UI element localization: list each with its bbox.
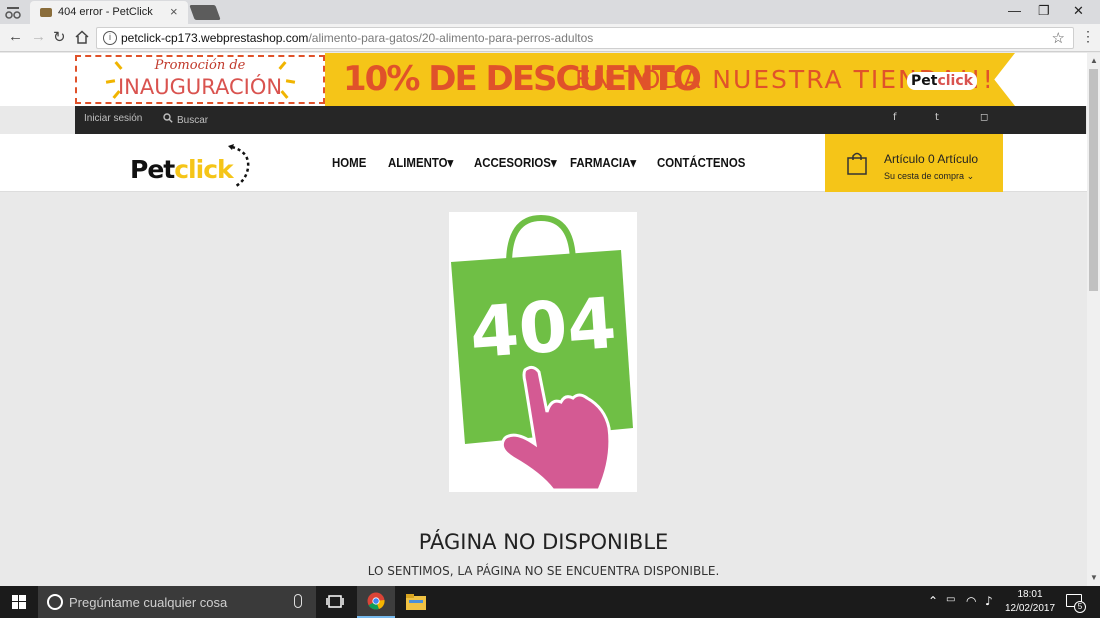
cortana-icon — [47, 594, 63, 610]
menu-farmacia[interactable]: FARMACIA▾ — [570, 155, 636, 171]
page-viewport: Promoción de INAUGURACIÓN 10% DE DESCUEN… — [0, 53, 1087, 586]
scroll-down-icon[interactable]: ▼ — [1090, 573, 1098, 582]
close-tab-icon[interactable]: × — [170, 4, 178, 19]
restore-icon[interactable]: ❐ — [1038, 3, 1050, 19]
home-icon[interactable] — [75, 30, 89, 44]
clock-date: 12/02/2017 — [1004, 603, 1056, 614]
chevron-down-icon: ⌄ — [966, 171, 975, 181]
clock-time: 18:01 — [1017, 589, 1043, 600]
error-404-image: 404 — [449, 212, 637, 492]
promo-left-line2: INAUGURACIÓN — [117, 75, 283, 99]
promo-discount: 10% DE DESCUENTO EN TODA NUESTRA TIENDA!… — [325, 53, 1015, 106]
cortana-placeholder: Pregúntame cualquier cosa — [69, 595, 228, 610]
volume-icon[interactable]: ♪ — [985, 594, 993, 608]
cart-button[interactable]: Artículo 0 Artículo Su cesta de compra ⌄ — [825, 134, 1003, 192]
menu-contactenos[interactable]: CONTÁCTENOS — [657, 155, 745, 170]
power-icon[interactable]: ▭ — [946, 594, 955, 605]
browser-toolbar: ← → ↻ i petclick-cp173.webprestashop.com… — [0, 24, 1100, 52]
folder-icon — [406, 594, 426, 610]
shopping-bag-icon — [847, 152, 867, 175]
reload-icon[interactable]: ↻ — [53, 28, 66, 46]
tab-title: 404 error - PetClick — [58, 6, 153, 18]
promo-left-line1: Promoción de — [154, 58, 246, 73]
address-bar[interactable]: i petclick-cp173.webprestashop.com/alime… — [96, 27, 1074, 49]
incognito-icon — [5, 7, 21, 19]
cursor-arrow-icon — [228, 144, 250, 188]
caret-down-icon: ▾ — [630, 155, 637, 170]
taskbar-clock[interactable]: 18:01 12/02/2017 — [1000, 588, 1060, 616]
promo-inauguracion: Promoción de INAUGURACIÓN — [75, 55, 325, 104]
wifi-icon[interactable]: ◠ — [966, 594, 976, 608]
chrome-taskbar-button[interactable] — [357, 586, 395, 618]
error-subtitle: LO SENTIMOS, LA PÁGINA NO SE ENCUENTRA D… — [367, 564, 720, 578]
info-icon[interactable]: i — [103, 31, 117, 45]
cart-count: Artículo 0 Artículo — [884, 152, 979, 166]
windows-start-icon[interactable] — [0, 586, 38, 618]
forward-icon[interactable]: → — [31, 28, 46, 45]
back-icon[interactable]: ← — [8, 28, 23, 45]
chrome-icon — [367, 592, 385, 610]
login-link[interactable]: Iniciar sesión — [84, 113, 142, 124]
scrollbar-thumb[interactable] — [1089, 69, 1098, 291]
logo-wordmark: Petclick — [130, 155, 234, 184]
search-input[interactable] — [177, 111, 337, 129]
close-window-icon[interactable]: ✕ — [1073, 3, 1084, 19]
microphone-icon[interactable] — [294, 594, 302, 608]
promo-banner[interactable]: Promoción de INAUGURACIÓN 10% DE DESCUEN… — [0, 53, 1087, 106]
instagram-icon[interactable]: ◻ — [980, 112, 988, 123]
notification-count-badge: 5 — [1074, 601, 1086, 613]
url-text: petclick-cp173.webprestashop.com/aliment… — [121, 31, 594, 45]
favicon-icon — [40, 8, 52, 17]
image-404-text: 404 — [467, 282, 618, 374]
site-logo[interactable]: Petclick — [128, 142, 258, 188]
error-title: PÁGINA NO DISPONIBLE — [418, 530, 669, 554]
404-shopping-bag-illustration: 404 — [451, 214, 633, 492]
search-icon — [163, 113, 173, 123]
page-scrollbar[interactable]: ▲ ▼ — [1087, 53, 1100, 586]
browser-tabstrip: 404 error - PetClick × — ❐ ✕ — [0, 0, 1100, 24]
caret-down-icon: ▾ — [550, 155, 557, 170]
site-header: Petclick HOME ALIMENTO▾ ACCESORIOS▾ FARM… — [0, 134, 1087, 192]
browser-tab-active[interactable]: 404 error - PetClick × — [30, 1, 188, 24]
scroll-up-icon[interactable]: ▲ — [1090, 56, 1098, 65]
minimize-icon[interactable]: — — [1008, 3, 1021, 18]
promo-logo: Petclick — [907, 72, 977, 90]
windows-taskbar: Pregúntame cualquier cosa ⌃ ▭ ◠ ♪ 18:01 … — [0, 586, 1100, 618]
facebook-icon[interactable]: f — [893, 112, 897, 123]
cart-subtitle: Su cesta de compra ⌄ — [884, 171, 975, 181]
cortana-search[interactable]: Pregúntame cualquier cosa — [38, 586, 316, 618]
new-tab-button[interactable] — [189, 5, 221, 20]
caret-down-icon: ▾ — [447, 155, 454, 170]
menu-accesorios[interactable]: ACCESORIOS▾ — [474, 155, 557, 171]
tray-expand-icon[interactable]: ⌃ — [928, 594, 938, 608]
bookmark-star-icon[interactable]: ☆ — [1052, 29, 1065, 47]
top-bar: Iniciar sesión f t ◻ — [75, 106, 1086, 134]
menu-home[interactable]: HOME — [332, 155, 366, 170]
task-view-icon[interactable] — [326, 594, 344, 609]
menu-alimento[interactable]: ALIMENTO▾ — [388, 155, 453, 171]
file-explorer-taskbar-button[interactable] — [397, 586, 435, 618]
twitter-icon[interactable]: t — [935, 112, 939, 123]
browser-menu-icon[interactable]: ⋮ — [1081, 28, 1095, 45]
